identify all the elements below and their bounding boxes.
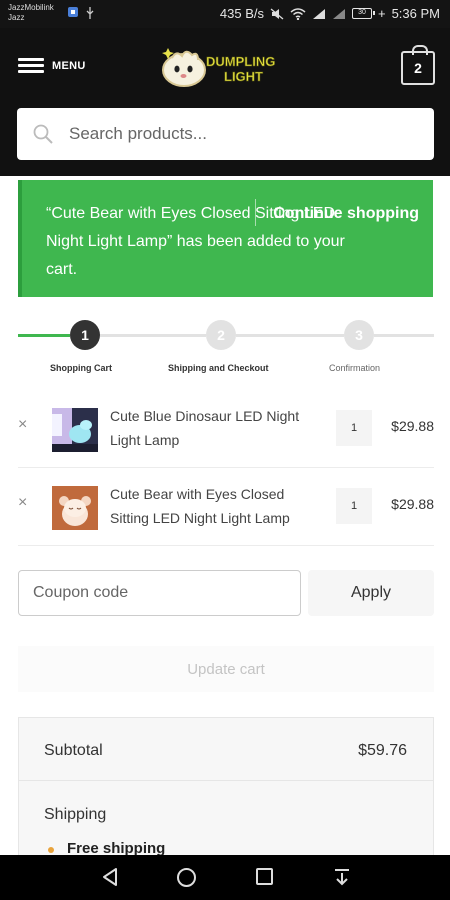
back-icon[interactable] (100, 867, 120, 887)
progress-line (374, 334, 434, 337)
shipping-row: Shipping (44, 806, 407, 824)
item-name[interactable]: Cute Bear with Eyes Closed Sitting LED N… (110, 482, 320, 530)
remove-item-button[interactable]: × (18, 494, 27, 512)
status-right: 435 B/s 30 + 5:36 PM (220, 6, 440, 21)
totals-divider (19, 780, 433, 781)
signal-icon (312, 8, 325, 19)
step-3-circle[interactable]: 3 (344, 320, 374, 350)
shield-icon (68, 7, 78, 17)
wifi-icon (290, 7, 306, 20)
search-input[interactable] (69, 108, 419, 160)
step-2-circle[interactable]: 2 (206, 320, 236, 350)
coupon-code-input[interactable] (18, 570, 301, 616)
cart-totals: Subtotal $59.76 Shipping Free shipping (18, 717, 434, 855)
step-1-circle[interactable]: 1 (70, 320, 100, 350)
home-icon[interactable] (176, 867, 197, 888)
signal-icon-2 (332, 8, 345, 19)
cart-item: × Cute Bear with Eyes Closed Sitting LED… (18, 468, 434, 546)
shipping-option[interactable]: Free shipping (67, 840, 165, 855)
item-price: $29.88 (391, 496, 434, 512)
progress-line-complete (18, 334, 70, 337)
cart-count: 2 (414, 60, 422, 76)
charging-icon: + (377, 6, 386, 21)
remove-item-button[interactable]: × (18, 416, 27, 434)
svg-text:DUMPLING: DUMPLING (206, 54, 275, 69)
hamburger-icon (18, 58, 44, 74)
quantity-input[interactable] (336, 488, 372, 524)
continue-shopping-link[interactable]: Continue shopping (273, 200, 419, 228)
menu-button[interactable]: MENU (18, 58, 86, 74)
subtotal-value: $59.76 (358, 742, 407, 759)
usb-icon (86, 7, 94, 19)
notifications-pulldown-icon[interactable] (332, 867, 352, 887)
notice-divider (255, 199, 256, 226)
item-name[interactable]: Cute Blue Dinosaur LED Night Light Lamp (110, 404, 320, 452)
logo[interactable]: DUMPLING LIGHT (160, 42, 292, 90)
step-3-label: Confirmation (329, 363, 381, 373)
product-thumbnail[interactable] (52, 408, 98, 452)
recents-icon[interactable] (255, 867, 274, 886)
android-nav-bar (0, 855, 450, 900)
subtotal-row: Subtotal $59.76 (44, 742, 407, 760)
progress-line (236, 334, 344, 337)
quantity-input[interactable] (336, 410, 372, 446)
cart-page: “Cute Bear with Eyes Closed Sitting LED … (0, 176, 450, 855)
battery-icon: 30 (351, 8, 375, 19)
svg-text:LIGHT: LIGHT (224, 69, 263, 84)
status-bar: JazzMobilink Jazz 435 B/s 30 + 5:36 PM (0, 0, 450, 28)
network-speed: 435 B/s (219, 6, 264, 21)
mute-icon (270, 8, 284, 19)
update-cart-button[interactable]: Update cart (18, 646, 434, 692)
clock: 5:36 PM (391, 6, 440, 21)
progress-line (100, 334, 206, 337)
step-2-label: Shipping and Checkout (168, 363, 269, 373)
carrier-name: JazzMobilink Jazz (8, 3, 54, 22)
menu-label: MENU (52, 60, 86, 72)
site-header: MENU DUMPLING LIGHT 2 (0, 28, 450, 176)
search-bar (17, 108, 434, 160)
apply-coupon-button[interactable]: Apply (308, 570, 434, 616)
search-icon (33, 124, 53, 144)
cart-item: × Cute Blue Dinosaur LED Night Light Lam… (18, 390, 434, 468)
item-price: $29.88 (391, 418, 434, 434)
subtotal-label: Subtotal (44, 742, 103, 759)
checkout-steps: 1 2 3 Shopping Cart Shipping and Checkou… (18, 318, 434, 378)
product-thumbnail[interactable] (52, 486, 98, 530)
shipping-label: Shipping (44, 806, 107, 823)
cart-notice: “Cute Bear with Eyes Closed Sitting LED … (18, 180, 433, 297)
cart-button[interactable]: 2 (401, 45, 435, 85)
step-1-label: Shopping Cart (50, 363, 112, 373)
shipping-bullet (48, 847, 54, 853)
